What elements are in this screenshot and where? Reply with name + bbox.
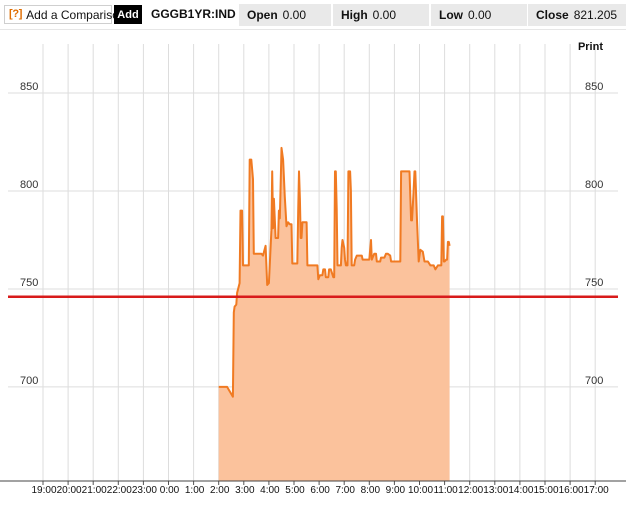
- symbol-label: GGGB1YR:IND: [151, 7, 236, 21]
- y-tick-label: 750: [585, 277, 603, 289]
- y-tick-label: 800: [585, 179, 603, 191]
- y-tick-label: 700: [20, 375, 38, 387]
- y-axis-left: 700 750 800 850: [20, 81, 38, 387]
- help-icon[interactable]: [?]: [9, 9, 22, 20]
- low-label: Low: [439, 8, 463, 22]
- x-tick-label: 7:00: [335, 485, 355, 496]
- x-tick-label: 17:00: [584, 485, 609, 496]
- high-stat: High 0.00: [333, 4, 429, 26]
- x-tick-label: 15:00: [533, 485, 558, 496]
- x-tick-label: 21:00: [82, 485, 107, 496]
- y-tick-label: 700: [585, 375, 603, 387]
- x-tick-label: 6:00: [310, 485, 330, 496]
- x-tick-label: 2:00: [210, 485, 230, 496]
- x-tick-label: 13:00: [483, 485, 508, 496]
- x-axis: 19:00 20:00 21:00 22:00 23:00 0:00 1:00 2:00 3:0…: [0, 480, 626, 496]
- x-tick-label: 12:00: [458, 485, 483, 496]
- y-tick-label: 850: [585, 81, 603, 93]
- price-chart: 700 750 800 850 700 750 800 850 19:00 20:00 21:0…: [0, 41, 626, 496]
- toolbar: [?] Add a Comparison Add GGGB1YR:IND Ope…: [0, 0, 626, 30]
- x-tick-label: 19:00: [31, 485, 56, 496]
- y-axis-right: 700 750 800 850: [585, 81, 603, 387]
- add-comparison-field[interactable]: [?] Add a Comparison: [4, 5, 126, 24]
- x-tick-label: 4:00: [260, 485, 280, 496]
- x-tick-label: 0:00: [160, 485, 180, 496]
- high-value: 0.00: [372, 8, 397, 22]
- chart-widget: [?] Add a Comparison Add GGGB1YR:IND Ope…: [0, 0, 626, 505]
- high-label: High: [341, 8, 368, 22]
- x-tick-label: 3:00: [235, 485, 255, 496]
- x-tick-label: 22:00: [107, 485, 132, 496]
- close-label: Close: [536, 8, 569, 22]
- x-tick-label: 8:00: [361, 485, 381, 496]
- x-tick-label: 9:00: [386, 485, 406, 496]
- open-value: 0.00: [282, 8, 307, 22]
- x-tick-label: 1:00: [185, 485, 205, 496]
- open-stat: Open 0.00: [239, 4, 331, 26]
- x-tick-label: 11:00: [433, 485, 458, 496]
- x-tick-label: 20:00: [57, 485, 82, 496]
- y-tick-label: 850: [20, 81, 38, 93]
- y-tick-label: 750: [20, 277, 38, 289]
- low-value: 0.00: [468, 8, 492, 22]
- add-comparison-label[interactable]: Add a Comparison: [26, 8, 125, 22]
- x-tick-label: 10:00: [408, 485, 433, 496]
- x-tick-label: 16:00: [559, 485, 584, 496]
- close-stat: Close 821.205: [528, 4, 626, 26]
- print-link[interactable]: Print: [578, 41, 603, 53]
- x-tick-label: 23:00: [132, 485, 157, 496]
- series-group: [218, 146, 451, 481]
- x-tick-label: 5:00: [285, 485, 305, 496]
- y-tick-label: 800: [20, 179, 38, 191]
- low-stat: Low 0.00: [431, 4, 527, 26]
- close-value: 821.205: [573, 8, 618, 22]
- x-tick-label: 14:00: [508, 485, 533, 496]
- add-button[interactable]: Add: [114, 5, 142, 24]
- open-label: Open: [247, 8, 278, 22]
